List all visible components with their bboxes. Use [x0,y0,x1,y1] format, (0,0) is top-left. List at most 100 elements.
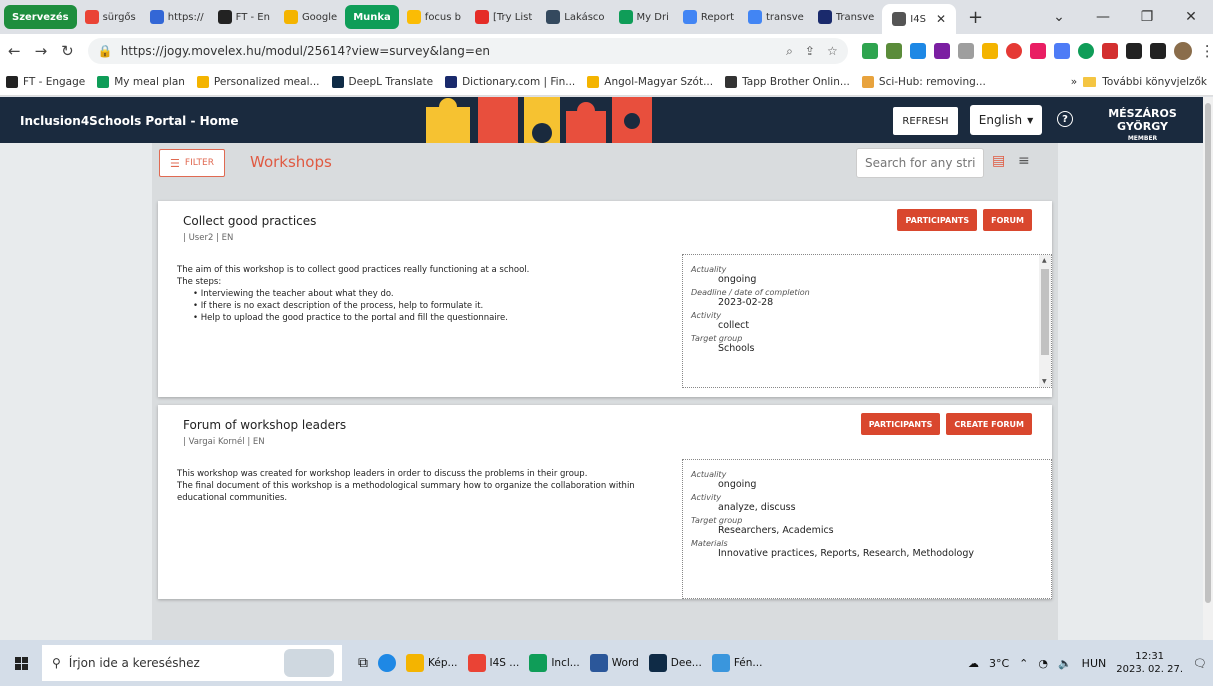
edge-icon[interactable] [378,654,396,672]
weather-temp[interactable]: 3°C [989,657,1009,670]
tab-search-icon[interactable]: ⌄ [1037,9,1081,25]
search-input[interactable] [856,148,984,178]
tab-favicon-icon [149,10,164,24]
browser-tab[interactable]: Transve [812,5,881,29]
menu-kebab-icon[interactable]: ⋮ [1200,42,1213,60]
forward-icon[interactable]: → [35,42,48,60]
browser-tab[interactable]: transve [742,5,810,29]
browser-tab[interactable]: Lakásco [540,5,610,29]
properties-scrollbar-thumb[interactable] [1041,269,1049,355]
extension-icon[interactable] [957,43,974,59]
properties-list: Actuality ongoing Activity analyze, discuss… [683,460,1051,570]
extension-icon[interactable] [1101,43,1118,59]
app-header: Inclusion4Schools Portal - Home REFRESH … [0,97,1203,143]
language-select[interactable]: English ▼ [970,105,1042,135]
app-title[interactable]: Inclusion4Schools Portal - Home [20,114,239,128]
task-view-icon[interactable]: ⧉ [358,655,368,671]
tray-chevron-icon[interactable]: ⌃ [1019,657,1028,670]
zoom-icon[interactable]: ⌕ [786,44,793,59]
browser-tab[interactable]: Report [677,5,740,29]
extension-icon[interactable] [1053,43,1070,59]
clock[interactable]: 12:31 2023. 02. 27. [1116,650,1183,676]
help-icon[interactable]: ? [1057,111,1073,127]
new-tab-icon[interactable]: + [968,7,983,28]
browser-tab[interactable]: FT - En [212,5,276,29]
extension-icon[interactable] [1005,43,1022,59]
bookmark-item[interactable]: My meal plan [97,75,185,88]
properties-scrollbar[interactable]: ▲ ▼ [1039,255,1051,387]
workshop-title[interactable]: Forum of workshop leaders [183,418,346,432]
pocket-icon[interactable] [1029,43,1046,59]
property-label: Target group [691,516,743,525]
bookmark-item[interactable]: Personalized meal... [196,75,320,88]
windows-start-icon[interactable] [0,656,42,670]
share-icon[interactable]: ⇪ [805,44,815,59]
browser-tab[interactable]: Szervezés [4,5,77,29]
tab-favicon-icon [217,10,232,24]
volume-icon[interactable]: 🔈 [1058,657,1072,670]
extension-icon[interactable] [933,43,950,59]
page-scrollbar[interactable] [1203,97,1213,640]
reload-icon[interactable]: ↻ [61,42,74,60]
description-line: This workshop was created for workshop l… [177,469,588,479]
browser-tab[interactable]: sürgős [79,5,142,29]
scroll-down-icon[interactable]: ▼ [1042,378,1047,385]
user-menu[interactable]: MÉSZÁROS GYÖRGY MEMBER [1082,107,1203,142]
bookmark-item[interactable]: Sci-Hub: removing... [861,75,986,88]
bookmark-item[interactable]: FT - Engage [6,75,85,88]
browser-tab[interactable]: My Dri [613,5,675,29]
taskbar-search[interactable]: ⚲ Írjon ide a kereséshez [42,645,342,681]
create-forum-button[interactable]: CREATE FORUM [946,413,1032,435]
url-field[interactable]: 🔒 https://jogy.movelex.hu/modul/25614?vi… [87,38,848,64]
browser-tab[interactable]: https:// [144,5,210,29]
tab-close-icon[interactable]: ✕ [936,12,946,26]
filter-button[interactable]: ☰ FILTER [159,149,225,177]
table-view-icon[interactable]: ▤ [992,153,1005,169]
bookmark-star-icon[interactable]: ☆ [827,44,838,59]
grammarly-icon[interactable] [1077,43,1094,59]
minimize-button[interactable]: — [1081,9,1125,25]
restore-button[interactable]: ❐ [1125,9,1169,25]
forum-button[interactable]: FORUM [983,209,1032,231]
list-view-icon[interactable]: ≡ [1018,153,1030,169]
close-window-button[interactable]: ✕ [1169,9,1213,25]
workshop-title[interactable]: Collect good practices [183,214,316,228]
extension-icon[interactable] [981,43,998,59]
workshop-properties[interactable]: Actuality ongoing Deadline / date of compl… [682,254,1052,388]
extension-icon[interactable] [885,43,902,59]
browser-tab[interactable]: Google [278,5,343,29]
other-bookmarks-label[interactable]: További könyvjelzők [1102,76,1207,88]
evernote-icon[interactable] [861,43,878,59]
bookmark-item[interactable]: DeepL Translate [331,75,433,88]
page-scrollbar-thumb[interactable] [1205,103,1211,603]
refresh-button[interactable]: REFRESH [893,107,958,135]
profile-avatar[interactable] [1173,42,1192,60]
network-icon[interactable]: ◔ [1038,657,1048,670]
browser-tab[interactable]: Munka [345,5,399,29]
bookmark-item[interactable]: Angol-Magyar Szót... [587,75,713,88]
property-label: Target group [691,334,743,343]
property-value: ongoing [718,274,757,285]
back-icon[interactable]: ← [8,42,21,60]
browser-tab[interactable]: focus b [401,5,467,29]
taskbar-app[interactable]: Dee... [648,654,702,672]
browser-tab[interactable]: [Try List [469,5,538,29]
extension-icon[interactable] [909,43,926,59]
taskbar-app[interactable]: Incl... [529,654,580,672]
tray-language[interactable]: HUN [1082,657,1107,670]
bookmark-item[interactable]: Dictionary.com | Fin... [445,75,575,88]
taskbar-app[interactable]: Word [589,654,639,672]
side-panel-icon[interactable] [1149,43,1166,59]
participants-button[interactable]: PARTICIPANTS [860,413,941,435]
taskbar-app[interactable]: I4S ... [467,654,519,672]
weather-icon[interactable]: ☁ [968,657,979,670]
scroll-up-icon[interactable]: ▲ [1042,257,1047,264]
bookmarks-more-icon[interactable]: » [1071,76,1077,88]
extensions-puzzle-icon[interactable] [1125,43,1142,59]
taskbar-app[interactable]: Fén... [711,654,762,672]
taskbar-app[interactable]: Kép... [406,654,458,672]
browser-tab[interactable]: I4S ✕ [882,4,957,34]
bookmark-item[interactable]: Tapp Brother Onlin... [725,75,850,88]
notifications-icon[interactable]: 🗨 [1193,657,1207,670]
participants-button[interactable]: PARTICIPANTS [897,209,978,231]
